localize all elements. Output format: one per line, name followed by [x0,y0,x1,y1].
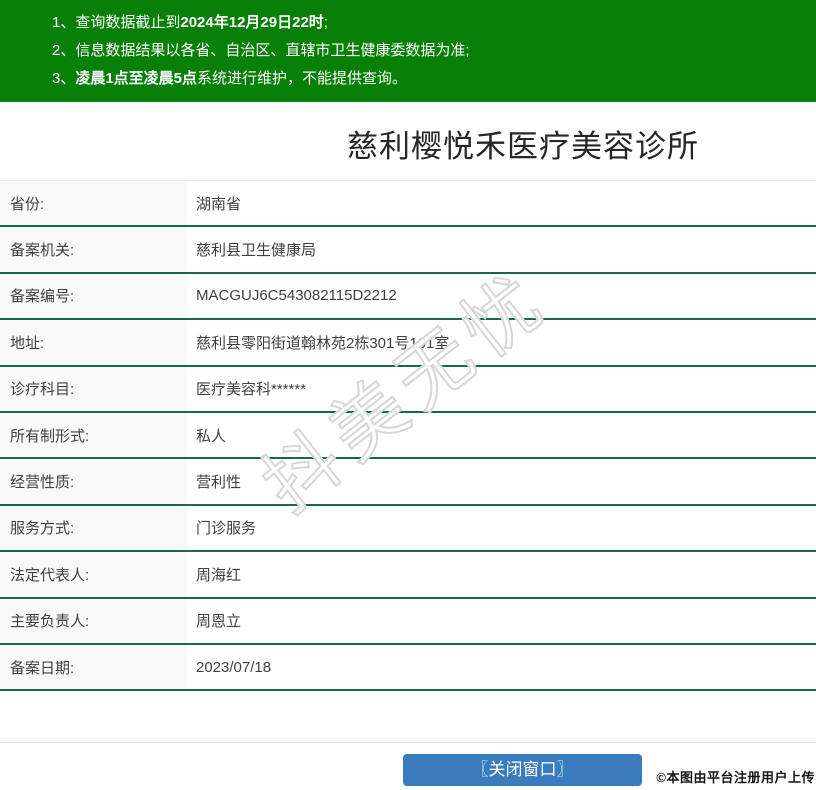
notice-number: 1、 [52,14,75,31]
row-label: 经营性质: [0,459,187,503]
notice-bold-text: 凌晨1点至凌晨5点 [75,70,197,87]
row-label: 诊疗科目: [0,367,187,411]
row-value: 营利性 [187,459,816,503]
table-row: 备案机关: 慈利县卫生健康局 [0,227,816,273]
row-label: 所有制形式: [0,413,187,457]
table-row: 法定代表人: 周海红 [0,552,816,598]
row-label: 备案编号: [0,274,187,318]
table-row: 备案日期: 2023/07/18 [0,645,816,691]
row-label: 备案机关: [0,227,187,271]
row-value: 医疗美容科****** [187,367,816,411]
table-row: 诊疗科目: 医疗美容科****** [0,367,816,413]
notice-bold-text: 2024年12月29日22时 [180,14,323,31]
notice-text: 查询数据截止到 [75,14,180,31]
registration-info-table: 省份: 湖南省 备案机关: 慈利县卫生健康局 备案编号: MACGUJ6C543… [0,180,816,691]
row-label: 省份: [0,181,187,225]
row-value: 周恩立 [187,599,816,643]
row-label: 法定代表人: [0,552,187,596]
table-row: 省份: 湖南省 [0,181,816,227]
row-value: 门诊服务 [187,506,816,550]
table-row: 地址: 慈利县零阳街道翰林苑2栋301号101室 [0,320,816,366]
query-result-page: 1、查询数据截止到2024年12月29日22时; 2、信息数据结果以各省、自治区… [0,0,816,790]
row-value: 2023/07/18 [187,645,816,689]
row-label: 地址: [0,320,187,364]
row-label: 服务方式: [0,506,187,550]
copyright-note: ©本图由平台注册用户上传 [656,767,815,786]
row-value: 周海红 [187,552,816,596]
row-label: 主要负责人: [0,599,187,643]
table-row: 所有制形式: 私人 [0,413,816,459]
notice-banner: 1、查询数据截止到2024年12月29日22时; 2、信息数据结果以各省、自治区… [0,0,816,102]
table-row: 服务方式: 门诊服务 [0,506,816,552]
notice-number: 2、 [52,42,75,59]
close-window-button[interactable]: 〖关闭窗口〗 [403,754,642,786]
row-label: 备案日期: [0,645,187,689]
table-row: 主要负责人: 周恩立 [0,599,816,645]
row-value: 湖南省 [187,181,816,225]
notice-number: 3、 [52,70,75,87]
notice-text: ; [324,14,328,31]
row-value: MACGUJ6C543082115D2212 [187,274,816,318]
notice-item: 3、凌晨1点至凌晨5点系统进行维护，不能提供查询。 [52,65,806,93]
row-value: 私人 [187,413,816,457]
page-title: 慈利樱悦禾医疗美容诊所 [230,128,816,166]
title-area: 慈利樱悦禾医疗美容诊所 [0,102,816,180]
row-value: 慈利县零阳街道翰林苑2栋301号101室 [187,320,816,364]
notice-item: 2、信息数据结果以各省、自治区、直辖市卫生健康委数据为准; [52,37,806,65]
notice-item: 1、查询数据截止到2024年12月29日22时; [52,9,806,37]
row-value: 慈利县卫生健康局 [187,227,816,271]
notice-text: 系统进行维护，不能提供查询。 [197,70,407,87]
notice-text: 信息数据结果以各省、自治区、直辖市卫生健康委数据为准; [75,42,469,59]
table-row: 经营性质: 营利性 [0,459,816,505]
footer-bar: 〖关闭窗口〗 ©本图由平台注册用户上传 [0,742,816,790]
table-row: 备案编号: MACGUJ6C543082115D2212 [0,274,816,320]
